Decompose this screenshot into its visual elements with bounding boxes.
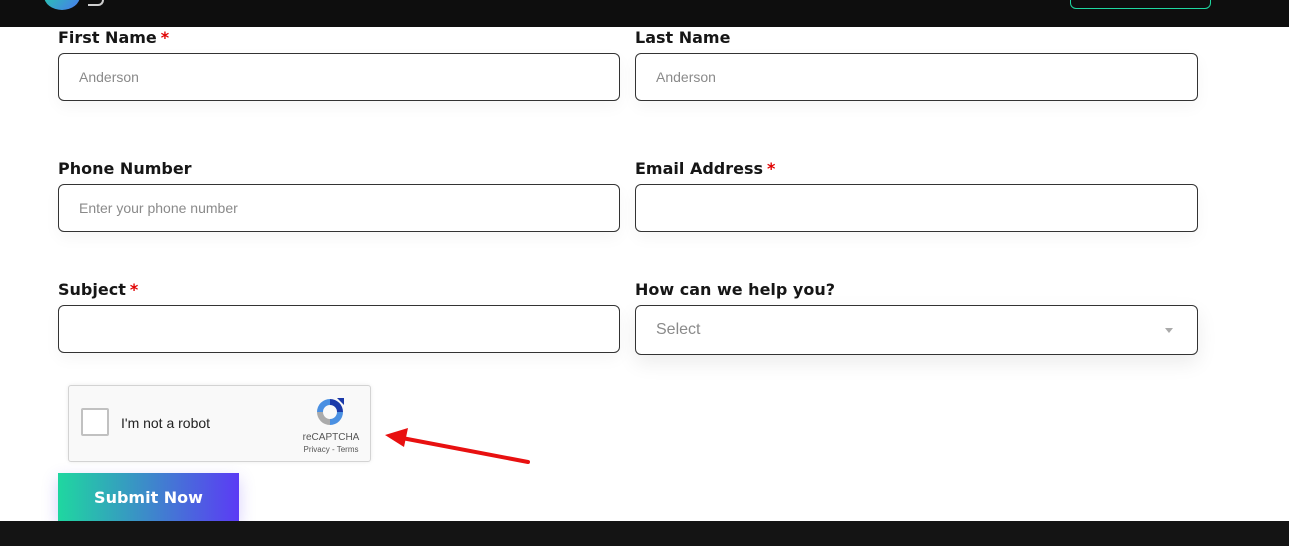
recaptcha-label: I'm not a robot bbox=[121, 415, 211, 431]
required-asterisk: * bbox=[767, 159, 776, 178]
first-name-label: First Name * bbox=[58, 28, 169, 47]
header-cta-button[interactable] bbox=[1070, 0, 1211, 9]
last-name-input[interactable] bbox=[635, 53, 1198, 101]
recaptcha-checkbox[interactable] bbox=[81, 408, 109, 436]
recaptcha-widget: I'm not a robot reCAPTCHA Privacy - Term… bbox=[68, 385, 371, 462]
phone-label: Phone Number bbox=[58, 159, 192, 178]
site-header bbox=[0, 0, 1289, 27]
recaptcha-logo-icon bbox=[317, 398, 344, 425]
last-name-label: Last Name bbox=[635, 28, 730, 47]
first-name-input[interactable] bbox=[58, 53, 620, 101]
help-select-value: Select bbox=[656, 321, 701, 338]
required-asterisk: * bbox=[160, 28, 170, 47]
subject-label-text: Subject bbox=[58, 280, 126, 299]
submit-button[interactable]: Submit Now bbox=[58, 473, 239, 521]
email-label-text: Email Address bbox=[635, 159, 764, 178]
subject-input[interactable] bbox=[58, 305, 620, 353]
first-name-label-text: First Name bbox=[58, 28, 157, 47]
email-label: Email Address * bbox=[635, 159, 775, 178]
help-label: How can we help you? bbox=[635, 280, 835, 299]
logo-wordmark bbox=[88, 0, 104, 6]
help-label-text: How can we help you? bbox=[635, 280, 836, 299]
email-input[interactable] bbox=[635, 184, 1198, 232]
required-asterisk: * bbox=[129, 280, 139, 299]
site-footer bbox=[0, 521, 1289, 546]
logo-icon[interactable] bbox=[44, 0, 80, 10]
recaptcha-privacy-link[interactable]: Privacy bbox=[304, 445, 330, 454]
chevron-down-icon bbox=[1165, 328, 1173, 333]
phone-input[interactable] bbox=[58, 184, 620, 232]
recaptcha-links: Privacy - Terms bbox=[291, 445, 371, 454]
annotation-arrow-icon bbox=[385, 428, 530, 464]
recaptcha-terms-link[interactable]: Terms bbox=[337, 445, 359, 454]
last-name-label-text: Last Name bbox=[635, 28, 731, 47]
recaptcha-brand: reCAPTCHA bbox=[302, 432, 360, 443]
help-select[interactable]: Select bbox=[635, 305, 1198, 355]
phone-label-text: Phone Number bbox=[58, 159, 192, 178]
recaptcha-links-separator: - bbox=[329, 445, 337, 454]
subject-label: Subject * bbox=[58, 280, 138, 299]
